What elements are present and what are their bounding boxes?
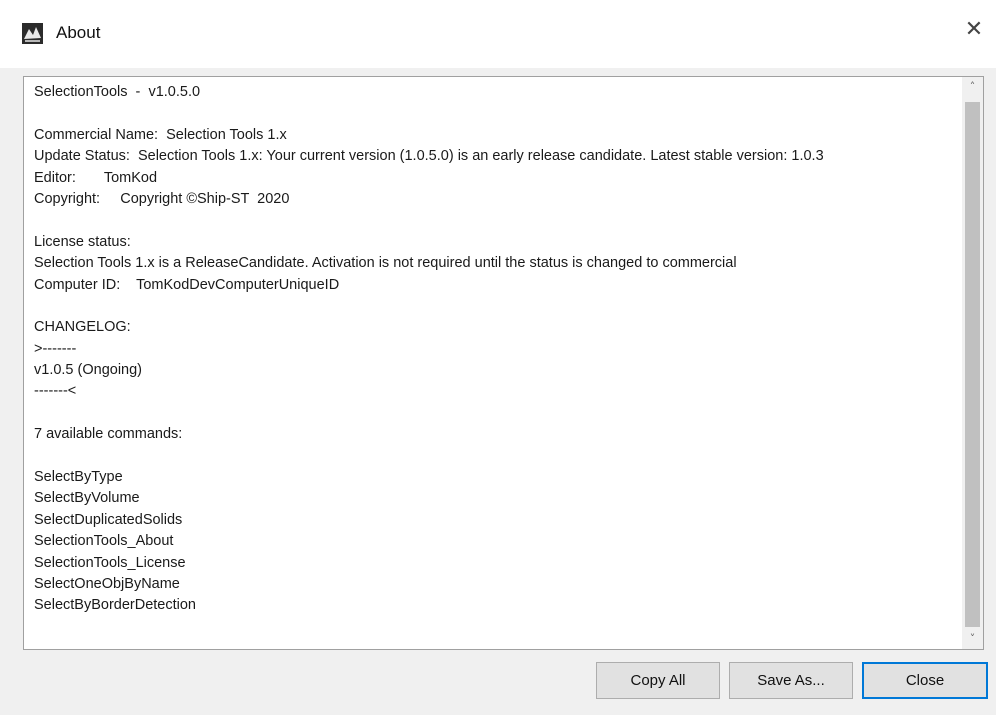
text-line: v1.0.5 (Ongoing) [34,362,143,379]
text-line: SelectionTools_About [34,533,174,550]
text-line: SelectionTools - v1.0.5.0 [34,84,201,100]
text-line: Commercial Name: Selection Tools 1.x [34,126,287,143]
text-line: SelectDuplicatedSolids [34,511,183,528]
text-line: -------< [34,383,77,400]
text-line: Editor: TomKod [34,169,158,186]
text-line: SelectionTools_License [34,554,186,571]
text-line: SelectByVolume [34,490,140,507]
text-line: >------- [34,340,77,357]
save-as-button[interactable]: Save As... [729,662,853,699]
text-line: SelectOneObjByName [34,575,180,592]
window-title: About [56,23,101,42]
scroll-thumb[interactable] [965,102,980,627]
scroll-down-arrow-icon[interactable]: ˅ [962,629,983,649]
text-line: Copyright: Copyright ©Ship-ST 2020 [34,190,290,207]
text-line: Selection Tools 1.x is a ReleaseCandidat… [34,255,737,272]
text-line: Computer ID: TomKodDevComputerUniqueID [34,276,340,293]
scroll-up-arrow-icon[interactable]: ˄ [962,77,983,97]
text-line: CHANGELOG: [34,319,131,336]
about-dialog: About ✕ SelectionTools - v1.0.5.0 Commerc… [0,0,996,715]
text-line: SelectByBorderDetection [34,597,196,614]
close-button[interactable]: Close [862,662,988,699]
close-icon[interactable]: ✕ [960,16,988,44]
about-text-box[interactable]: SelectionTools - v1.0.5.0 Commercial Name… [23,76,984,650]
app-logo-icon [22,23,43,44]
text-line: SelectByType [34,469,123,486]
text-line: License status: [34,233,131,250]
text-line: 7 available commands: [34,426,183,443]
about-text[interactable]: SelectionTools - v1.0.5.0 Commercial Name… [34,82,954,642]
text-line: Update Status: Selection Tools 1.x: Your… [34,148,824,165]
copy-all-button[interactable]: Copy All [596,662,720,699]
vertical-scrollbar[interactable]: ˄ ˅ [962,77,983,649]
title-bar: About ✕ [0,0,996,68]
